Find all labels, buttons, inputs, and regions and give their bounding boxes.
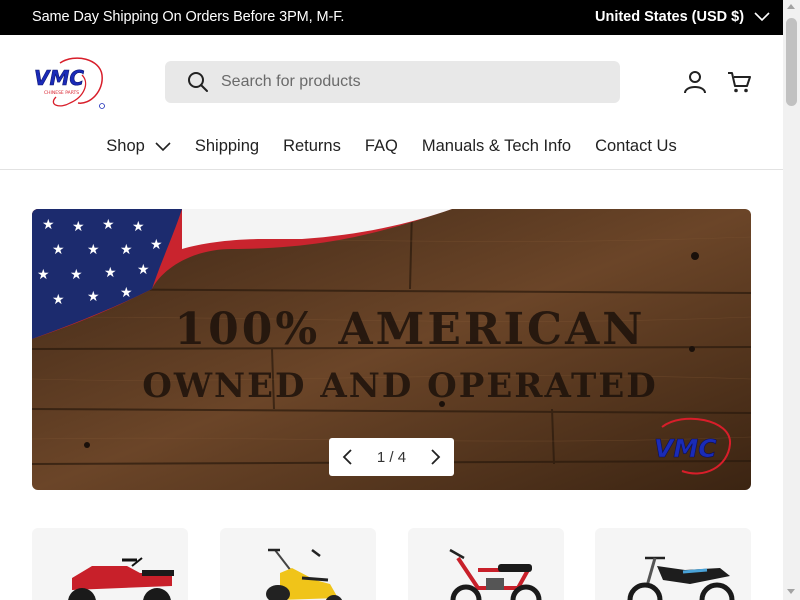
logo-tagline: CHINESE PARTS xyxy=(44,90,79,96)
announcement-bar: Same Day Shipping On Orders Before 3PM, … xyxy=(0,0,783,35)
nav-label: Contact Us xyxy=(595,137,677,155)
chevron-left-icon[interactable] xyxy=(339,448,357,466)
svg-text:★: ★ xyxy=(150,237,163,253)
product-card-atv[interactable] xyxy=(32,528,188,600)
nav-label: Returns xyxy=(283,137,341,155)
nav-item-shop[interactable]: Shop xyxy=(94,137,183,156)
search-icon[interactable] xyxy=(187,71,209,93)
logo-text: VMC xyxy=(34,66,84,90)
hero-line2: OWNED AND OPERATED xyxy=(142,366,657,406)
account-icon[interactable] xyxy=(682,69,708,95)
svg-text:★: ★ xyxy=(87,242,100,258)
nav-label: FAQ xyxy=(364,137,398,155)
page-scrollbar[interactable] xyxy=(783,0,800,600)
hero-line1: 100% AMERICAN xyxy=(175,304,646,355)
slide-counter: 1 / 4 xyxy=(376,448,407,466)
country-selector[interactable]: United States (USD $) xyxy=(595,9,770,25)
svg-text:★: ★ xyxy=(72,219,85,235)
country-label: United States (USD $) xyxy=(595,9,745,25)
atv-image xyxy=(68,557,174,600)
scroll-up-arrow[interactable] xyxy=(787,4,795,9)
svg-text:★: ★ xyxy=(52,242,65,258)
nav-label: Manuals & Tech Info xyxy=(421,137,572,155)
scroll-thumb[interactable] xyxy=(786,18,797,106)
product-card-minibike[interactable] xyxy=(408,528,564,600)
product-card-dirtbike[interactable] xyxy=(595,528,751,600)
svg-text:★: ★ xyxy=(120,242,133,258)
svg-text:★: ★ xyxy=(120,285,133,301)
scroll-down-arrow[interactable] xyxy=(787,589,795,594)
scooter-image xyxy=(266,548,343,600)
svg-text:VMC: VMC xyxy=(654,434,717,463)
minibike-image xyxy=(449,548,542,600)
main-nav: Shop Shipping Returns FAQ Manuals & Tech… xyxy=(0,137,783,156)
nav-item-contact[interactable]: Contact Us xyxy=(583,137,689,156)
svg-text:★: ★ xyxy=(42,217,55,233)
chevron-down-icon xyxy=(754,12,770,22)
svg-text:★: ★ xyxy=(52,292,65,308)
svg-text:★: ★ xyxy=(104,265,117,281)
dirtbike-image xyxy=(627,556,735,600)
chevron-right-icon[interactable] xyxy=(426,448,444,466)
svg-text:★: ★ xyxy=(132,219,145,235)
search-input[interactable] xyxy=(221,73,601,91)
svg-text:★: ★ xyxy=(102,217,115,233)
nav-item-faq[interactable]: FAQ xyxy=(353,137,410,156)
svg-text:★: ★ xyxy=(37,267,50,283)
svg-text:★: ★ xyxy=(137,262,150,278)
cart-icon[interactable] xyxy=(726,69,752,95)
nav-item-returns[interactable]: Returns xyxy=(271,137,353,156)
search-bar[interactable] xyxy=(165,61,620,103)
slideshow-pager: 1 / 4 xyxy=(329,438,454,476)
svg-text:★: ★ xyxy=(87,289,100,305)
nav-label: Shipping xyxy=(194,137,260,155)
chevron-down-icon xyxy=(155,141,171,151)
nav-label: Shop xyxy=(106,137,145,155)
site-header: VMC CHINESE PARTS Shop Shipping Returns … xyxy=(0,35,783,170)
product-card-scooter[interactable] xyxy=(220,528,376,600)
nav-item-shipping[interactable]: Shipping xyxy=(183,137,271,156)
nav-item-manuals[interactable]: Manuals & Tech Info xyxy=(410,137,583,156)
announcement-message: Same Day Shipping On Orders Before 3PM, … xyxy=(32,9,345,25)
hero-slideshow[interactable]: ★ ★ ★ ★ ★ ★ ★ ★ ★ ★ ★ ★ ★ ★ ★ 100% AMERICAN OWNED A… xyxy=(32,209,751,490)
logo[interactable]: VMC CHINESE PARTS xyxy=(30,53,114,111)
svg-text:★: ★ xyxy=(70,267,83,283)
